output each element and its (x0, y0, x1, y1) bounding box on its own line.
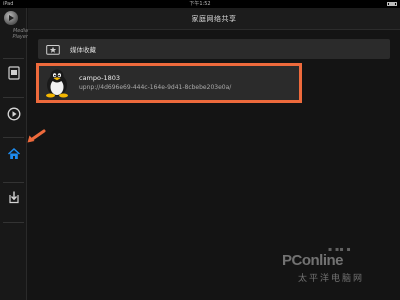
sidebar-divider (3, 58, 24, 59)
home-network-icon (7, 147, 20, 159)
sidebar-item-home-network[interactable] (5, 145, 22, 162)
media-player-logo-icon (4, 11, 18, 25)
page-header: 家庭网络共享 (28, 8, 400, 30)
watermark-brand: PConline (282, 252, 344, 269)
sidebar: Media Player (0, 8, 28, 300)
download-icon (8, 191, 19, 203)
linux-penguin-icon (43, 68, 71, 98)
annotation-arrow-icon (27, 129, 46, 143)
battery-icon (387, 2, 397, 6)
page-title: 家庭网络共享 (191, 14, 237, 23)
device-name: campo-1803 (79, 74, 120, 82)
sidebar-divider (3, 97, 24, 98)
watermark: ▪ ▪▪ ▪ PConline 太平洋电脑网 (268, 246, 378, 286)
sidebar-item-player[interactable] (5, 105, 22, 122)
sidebar-divider (3, 182, 24, 183)
device-list-item[interactable]: campo-1803 upnp://4d696e69-444c-164e-9d4… (36, 63, 302, 103)
media-favorites-row[interactable]: 媒体收藏 (38, 39, 390, 59)
sidebar-item-downloads[interactable] (5, 188, 22, 205)
star-folder-icon (46, 43, 60, 55)
sidebar-divider (3, 222, 24, 223)
sidebar-divider (3, 137, 24, 138)
play-circle-icon (7, 107, 20, 120)
media-favorites-label: 媒体收藏 (70, 46, 96, 54)
logo-text-line2: Player (12, 34, 28, 40)
sidebar-item-documents[interactable] (5, 64, 22, 81)
device-udn: upnp://4d696e69-444c-164e-9d41-8cbebe203… (79, 84, 232, 91)
clock-label: 下午1:52 (189, 1, 211, 7)
app-logo: Media Player (2, 11, 28, 51)
status-bar: iPad 下午1:52 (0, 0, 400, 8)
document-icon (7, 65, 20, 80)
watermark-sub: 太平洋电脑网 (298, 274, 365, 284)
